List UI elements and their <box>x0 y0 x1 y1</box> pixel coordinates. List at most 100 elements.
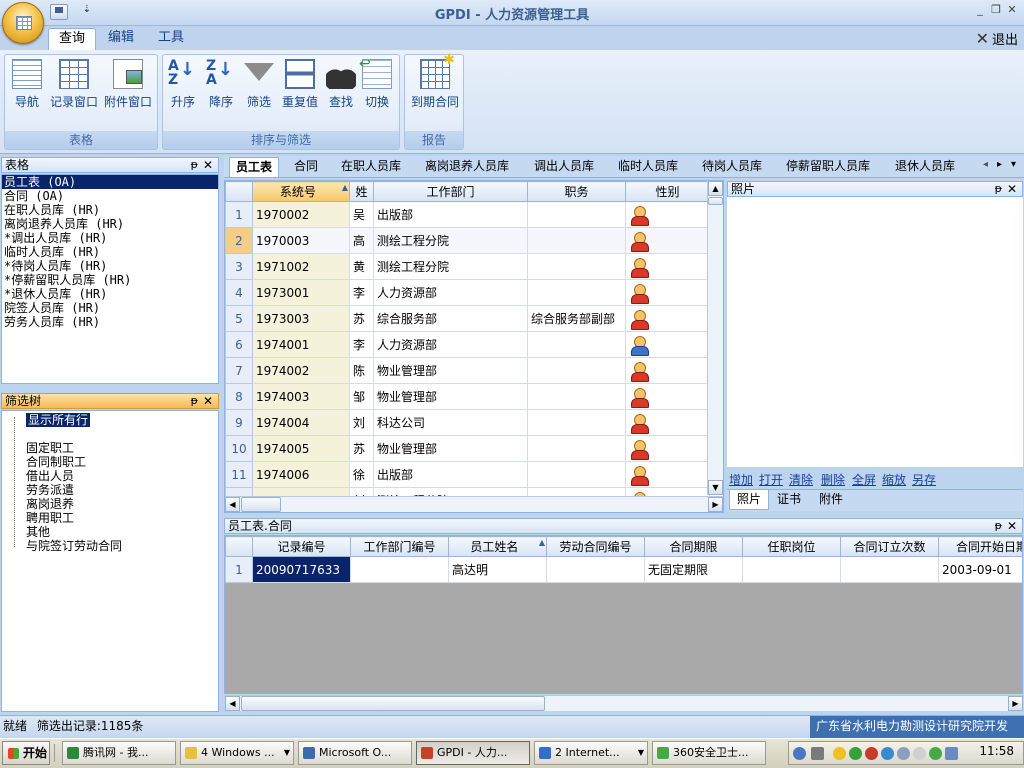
photo-clear-link[interactable]: 清除 <box>789 471 813 488</box>
expiring-contracts-button[interactable]: 到期合同 <box>408 52 462 110</box>
cell-department[interactable]: 出版部 <box>373 461 528 488</box>
start-button[interactable]: 开始 <box>2 741 50 765</box>
cell-position[interactable]: 综合服务部副部 <box>527 305 626 332</box>
table-row[interactable]: 10 1974005 苏物业管理部 <box>225 435 710 462</box>
row-number[interactable]: 11 <box>225 461 253 488</box>
list-item[interactable]: 合同 (OA) <box>2 189 218 203</box>
pin-icon[interactable]: ᵽ <box>191 394 198 408</box>
tree-item[interactable]: 劳务派遣 <box>26 483 74 497</box>
table-cell[interactable]: 20090717633 <box>252 556 351 583</box>
scroll-thumb[interactable] <box>241 497 281 512</box>
cell-position[interactable] <box>527 201 626 228</box>
cell-gender[interactable] <box>625 201 710 228</box>
attachment-window-button[interactable]: 附件窗口 <box>103 59 153 110</box>
security-icon[interactable] <box>865 747 878 760</box>
pin-icon[interactable]: ᵽ <box>191 158 198 172</box>
cell-system-id[interactable]: 1974003 <box>252 383 350 410</box>
scroll-right-icon[interactable]: ▶ <box>1008 696 1023 711</box>
exit-button[interactable]: ✕ 退出 <box>976 29 1018 48</box>
cell-position[interactable] <box>527 357 626 384</box>
row-number[interactable]: 5 <box>225 305 253 332</box>
column-header[interactable]: 工作部门 <box>373 181 528 202</box>
column-header[interactable]: 任职岗位 <box>742 536 841 557</box>
cell-position[interactable] <box>527 461 626 488</box>
tab-temporary[interactable]: 临时人员库 <box>612 157 684 177</box>
row-number[interactable]: 6 <box>225 331 253 358</box>
tab-retired-leave[interactable]: 离岗退养人员库 <box>419 157 515 177</box>
minimize-button[interactable]: _ <box>972 3 988 19</box>
tree-item[interactable]: 其他 <box>26 525 50 539</box>
cell-surname[interactable]: 徐 <box>349 461 374 488</box>
column-header[interactable]: 合同订立次数 <box>840 536 939 557</box>
close-window-button[interactable]: ✕ <box>1004 3 1020 19</box>
scroll-left-icon[interactable]: ◀ <box>225 497 240 512</box>
restore-button[interactable]: ❐ <box>988 3 1004 19</box>
tree-item[interactable]: 合同制职工 <box>26 455 86 469</box>
tab-edit[interactable]: 编辑 <box>98 28 144 50</box>
column-header[interactable]: 劳动合同编号 <box>546 536 645 557</box>
tree-item[interactable]: 与院签订劳动合同 <box>26 539 122 553</box>
corner-cell[interactable] <box>225 536 253 557</box>
corner-cell[interactable] <box>225 181 253 202</box>
cell-position[interactable] <box>527 279 626 306</box>
table-row[interactable]: 8 1974003 邹物业管理部 <box>225 383 710 410</box>
tree-item[interactable]: 聘用职工 <box>26 511 74 525</box>
messenger-icon[interactable] <box>913 747 926 760</box>
column-header[interactable]: 性别 <box>625 181 710 202</box>
column-header[interactable]: 系统号 ▲ <box>252 181 350 202</box>
sort-descending-button[interactable]: Z A ↓ 降序 <box>205 59 237 110</box>
cell-surname[interactable]: 苏 <box>349 305 374 332</box>
tab-retired[interactable]: 退休人员库 <box>889 157 961 177</box>
scroll-thumb[interactable] <box>708 197 723 205</box>
tab-photo[interactable]: 照片 <box>729 490 770 510</box>
table-row[interactable]: 5 1973003 苏综合服务部 综合服务部副部 <box>225 305 710 332</box>
cell-system-id[interactable]: 1973001 <box>252 279 350 306</box>
record-window-button[interactable]: 记录窗口 <box>49 59 99 110</box>
close-icon[interactable]: ✕ <box>203 394 213 408</box>
tree-item[interactable]: 离岗退养 <box>26 497 74 511</box>
cell-department[interactable]: 出版部 <box>373 201 528 228</box>
cell-surname[interactable]: 邹 <box>349 383 374 410</box>
employee-grid-hscroll[interactable]: ◀ ▶ <box>225 496 723 512</box>
table-row[interactable]: 1 1970002 吴出版部 <box>225 201 710 228</box>
table-cell[interactable] <box>350 556 449 583</box>
cell-department[interactable]: 物业管理部 <box>373 435 528 462</box>
cell-surname[interactable]: 高 <box>349 227 374 254</box>
tab-contract[interactable]: 合同 <box>288 157 324 177</box>
list-item[interactable]: 离岗退养人员库 (HR) <box>2 217 218 231</box>
list-item[interactable]: 院签人员库 (HR) <box>2 301 218 315</box>
chat-icon[interactable] <box>897 747 910 760</box>
sort-ascending-button[interactable]: A Z ↓ 升序 <box>167 59 199 110</box>
scroll-up-icon[interactable]: ▲ <box>708 181 723 196</box>
task-internet[interactable]: 2 Internet... ▼ <box>534 741 648 765</box>
table-row[interactable]: 2 1970003 高测绘工程分院 <box>225 227 710 254</box>
network-icon[interactable] <box>793 747 806 760</box>
tab-attachment[interactable]: 附件 <box>812 490 850 510</box>
scroll-down-icon[interactable]: ▼ <box>708 480 723 495</box>
table-row[interactable]: 9 1974004 刘科达公司 <box>225 409 710 436</box>
cell-position[interactable] <box>527 409 626 436</box>
application-menu-button[interactable] <box>2 2 44 44</box>
cell-surname[interactable]: 陈 <box>349 357 374 384</box>
table-row[interactable]: 7 1974002 陈物业管理部 <box>225 357 710 384</box>
table-row[interactable]: 3 1971002 黄测绘工程分院 <box>225 253 710 280</box>
cell-position[interactable] <box>527 331 626 358</box>
update-icon[interactable] <box>881 747 894 760</box>
cell-department[interactable]: 物业管理部 <box>373 357 528 384</box>
cell-gender[interactable] <box>625 435 710 462</box>
list-item[interactable]: 员工表 (OA) <box>2 175 218 189</box>
task-360[interactable]: 360安全卫士... <box>652 741 766 765</box>
close-icon[interactable]: ✕ <box>203 158 213 172</box>
cell-system-id[interactable]: 1970003 <box>252 227 350 254</box>
photo-delete-link[interactable]: 删除 <box>821 471 845 488</box>
cell-position[interactable] <box>527 383 626 410</box>
cell-department[interactable]: 测绘工程分院 <box>373 227 528 254</box>
tab-employees[interactable]: 员工表 <box>229 157 280 177</box>
cell-department[interactable]: 综合服务部 <box>373 305 528 332</box>
pin-icon[interactable]: ᵽ <box>995 519 1002 533</box>
cell-gender[interactable] <box>625 357 710 384</box>
tab-scroll-left-icon[interactable]: ◂ <box>983 159 988 170</box>
tab-tools[interactable]: 工具 <box>148 28 194 50</box>
column-header[interactable]: 职务 <box>527 181 626 202</box>
tab-scroll-right-icon[interactable]: ▸ <box>997 159 1002 170</box>
